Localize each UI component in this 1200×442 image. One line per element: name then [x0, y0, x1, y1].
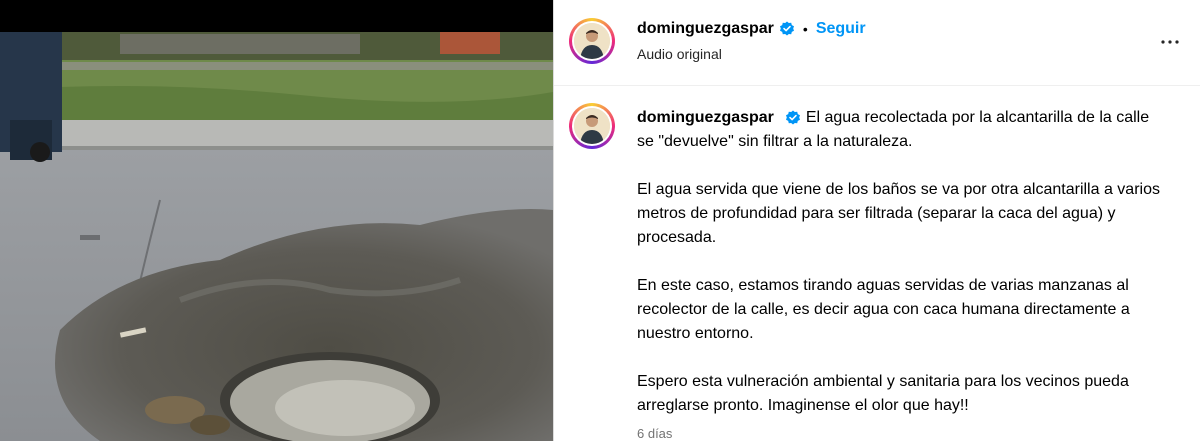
caption-paragraph: En este caso, estamos tirando aguas serv… — [637, 277, 1130, 342]
profile-photo-icon — [574, 108, 610, 144]
post-timestamp[interactable]: 6 días — [637, 426, 672, 441]
more-horizontal-icon[interactable] — [1158, 30, 1182, 54]
post-caption: dominguezgaspar El agua recolectada por … — [637, 106, 1167, 442]
separator-dot: • — [802, 21, 808, 37]
avatar[interactable] — [569, 103, 615, 149]
follow-button[interactable]: Seguir — [816, 20, 866, 38]
street-puddle-image — [0, 0, 553, 441]
profile-photo-icon — [574, 23, 610, 59]
verified-badge-icon — [786, 110, 801, 125]
caption-username-link[interactable]: dominguezgaspar — [637, 109, 774, 126]
avatar[interactable] — [569, 18, 615, 64]
header-user-row: dominguezgaspar • Seguir — [637, 20, 866, 38]
username-link[interactable]: dominguezgaspar — [637, 20, 774, 38]
caption-paragraph: El agua servida que viene de los baños s… — [637, 181, 1160, 246]
post-media-video[interactable] — [0, 0, 553, 441]
caption-paragraph: Espero esta vulneración ambiental y sani… — [637, 373, 1129, 414]
verified-badge-icon — [779, 21, 794, 36]
post-header: dominguezgaspar • Seguir Audio original — [554, 0, 1200, 86]
caption-paragraph: dominguezgaspar El agua recolectada por … — [637, 106, 1167, 154]
audio-label[interactable]: Audio original — [637, 46, 722, 62]
post-side-panel: dominguezgaspar • Seguir Audio original — [553, 0, 1200, 441]
